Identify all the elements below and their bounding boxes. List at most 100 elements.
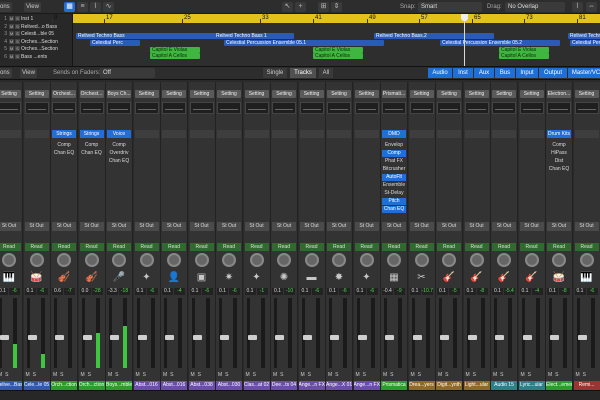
volume-fader[interactable] xyxy=(466,298,477,368)
solo-button[interactable]: S xyxy=(198,372,204,378)
setting-button[interactable]: Setting xyxy=(492,90,516,98)
plugin-slot[interactable]: Bitcrusher xyxy=(382,166,406,173)
mute-button[interactable]: M xyxy=(81,372,88,378)
setting-button[interactable]: Setting xyxy=(354,90,379,98)
pan-knob[interactable] xyxy=(304,253,319,267)
fader-handle[interactable] xyxy=(357,334,367,340)
fader-handle[interactable] xyxy=(302,334,312,340)
solo-button[interactable]: S xyxy=(253,372,259,378)
sends-on-faders-select[interactable]: Off xyxy=(100,68,155,78)
channel-name[interactable]: Relive...Bass xyxy=(0,381,22,390)
arrange-region[interactable]: Celestial Perc xyxy=(90,40,140,46)
output-slot[interactable]: St Out xyxy=(299,222,324,231)
plugin-slot[interactable]: Phat FX xyxy=(382,158,406,165)
pan-knob[interactable] xyxy=(387,253,401,267)
automation-read-button[interactable]: Read xyxy=(574,243,599,251)
automation-read-button[interactable]: Read xyxy=(272,243,296,251)
mute-solo-buttons[interactable]: MS xyxy=(218,372,240,379)
solo-button[interactable]: S xyxy=(170,372,176,378)
channel-name[interactable]: Abst...030 xyxy=(216,381,242,390)
solo-button[interactable]: S xyxy=(115,372,121,378)
automation-read-button[interactable]: Read xyxy=(79,243,104,251)
mute-button[interactable]: M xyxy=(9,16,14,21)
arrange-region[interactable]: Relived Techno Bass xyxy=(76,33,216,39)
setting-button[interactable]: Orchest... xyxy=(52,90,76,98)
mute-solo-buttons[interactable]: MS xyxy=(328,372,350,379)
fader-handle[interactable] xyxy=(247,334,257,340)
setting-button[interactable]: Setting xyxy=(409,90,434,98)
input-slot[interactable]: Drum Kits xyxy=(547,130,571,138)
channel-name[interactable]: Ange...n FX xyxy=(298,381,325,390)
filter-input[interactable]: Input xyxy=(516,68,538,78)
eq-thumbnail[interactable] xyxy=(354,102,379,114)
pan-knob[interactable] xyxy=(112,253,126,267)
fader-handle[interactable] xyxy=(522,334,532,340)
solo-button[interactable]: S xyxy=(445,372,451,378)
mute-button[interactable]: M xyxy=(9,23,14,29)
pan-knob[interactable] xyxy=(84,253,99,267)
arrange-region[interactable]: Celestial Percussion Ensemble 05.2 xyxy=(440,40,560,46)
pan-knob[interactable] xyxy=(167,253,181,267)
flex-icon[interactable]: ∿ xyxy=(103,2,114,12)
output-slot[interactable]: St Out xyxy=(79,222,104,231)
mute-solo-buttons[interactable]: MS xyxy=(356,372,378,379)
channel-name[interactable]: Boys...mble xyxy=(106,381,132,390)
automation-read-button[interactable]: Read xyxy=(492,243,516,251)
channel-name[interactable]: Ange...n FX xyxy=(353,381,380,390)
pan-knob[interactable] xyxy=(194,253,209,267)
channel-name[interactable]: Ange...X 01 xyxy=(326,381,352,390)
eq-thumbnail[interactable] xyxy=(217,102,241,114)
channel-name[interactable]: Orch...ction xyxy=(51,381,77,390)
bar-ruler[interactable]: 9 17 25 33 41 49 57 65 73 81 xyxy=(52,14,600,23)
solo-button[interactable]: S xyxy=(500,372,506,378)
output-slot[interactable]: St Out xyxy=(574,222,599,231)
arrange-region[interactable]: Capitol A Cellos xyxy=(499,53,549,59)
fader-handle[interactable] xyxy=(275,334,284,340)
track-header[interactable]: 3 M S Celesti...ble 05 xyxy=(0,31,73,37)
plugin-slot[interactable]: Pitch xyxy=(382,198,406,205)
mixer-options-button[interactable]: ons xyxy=(0,68,12,78)
channel-name[interactable]: Remi... xyxy=(573,381,600,390)
filter-bus[interactable]: Bus xyxy=(495,68,515,78)
plugin-slot[interactable]: Chan EQ xyxy=(80,150,104,157)
list-icon[interactable]: ≡ xyxy=(77,2,88,12)
input-slot[interactable]: DMD xyxy=(382,130,406,138)
eq-thumbnail[interactable] xyxy=(547,102,571,114)
plugin-slot[interactable]: Comp xyxy=(80,142,104,149)
volume-fader[interactable] xyxy=(81,298,92,368)
fader-handle[interactable] xyxy=(495,334,504,340)
mute-solo-buttons[interactable]: MS xyxy=(191,372,213,379)
track-header[interactable]: 1 M S Inst 1 xyxy=(0,16,73,22)
volume-fader[interactable] xyxy=(191,298,202,368)
setting-button[interactable]: Setting xyxy=(574,90,599,98)
mute-solo-buttons[interactable]: MS xyxy=(273,372,295,379)
volume-fader[interactable] xyxy=(329,298,339,368)
solo-button[interactable]: S xyxy=(528,372,534,378)
mute-solo-buttons[interactable]: MS xyxy=(26,372,48,379)
arrange-region[interactable]: Relived Techno Bass xyxy=(568,33,600,39)
mute-solo-buttons[interactable]: MS xyxy=(163,372,185,379)
automation-read-button[interactable]: Read xyxy=(354,243,379,251)
automation-read-button[interactable]: Read xyxy=(217,243,241,251)
fader-handle[interactable] xyxy=(165,334,174,340)
output-slot[interactable]: St Out xyxy=(272,222,296,231)
volume-fader[interactable] xyxy=(54,298,64,368)
channel-name[interactable]: Elect...ements xyxy=(546,381,572,390)
output-slot[interactable]: St Out xyxy=(189,222,214,231)
eq-thumbnail[interactable] xyxy=(244,102,269,114)
volume-fader[interactable] xyxy=(356,298,367,368)
channel-name[interactable]: Abst...038 xyxy=(188,381,215,390)
mute-solo-buttons[interactable]: MS xyxy=(548,372,570,379)
eq-thumbnail[interactable] xyxy=(162,102,186,114)
eq-thumbnail[interactable] xyxy=(189,102,214,114)
volume-fader[interactable] xyxy=(0,298,9,368)
volume-fader[interactable] xyxy=(219,298,229,368)
plugin-slot[interactable]: Overdriv xyxy=(107,150,131,157)
automation-read-button[interactable]: Read xyxy=(162,243,186,251)
setting-button[interactable]: Setting xyxy=(162,90,186,98)
solo-button[interactable]: S xyxy=(60,372,66,378)
arrange-region[interactable]: Relived Techno Bass.2 xyxy=(374,33,494,39)
setting-button[interactable]: Setting xyxy=(24,90,49,98)
output-slot[interactable]: St Out xyxy=(134,222,159,231)
input-slot[interactable] xyxy=(409,130,434,138)
